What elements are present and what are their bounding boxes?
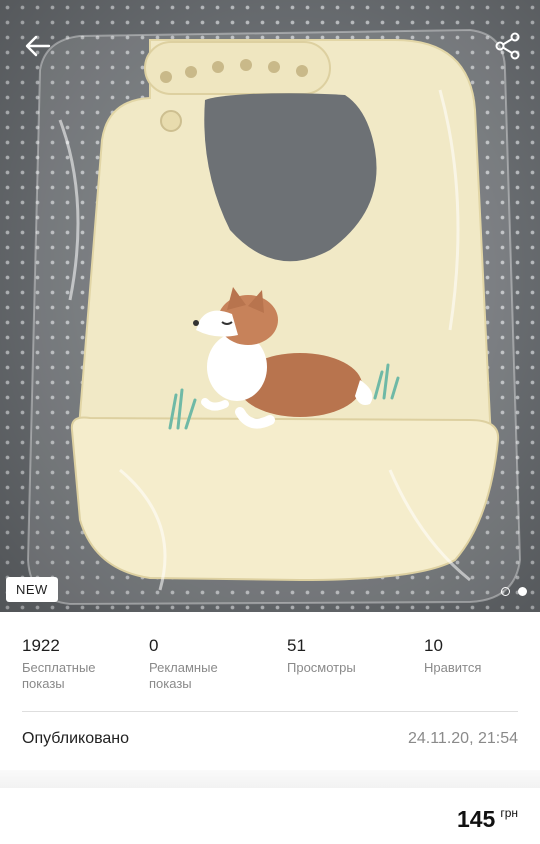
stat-views: 51 Просмотры (287, 636, 356, 676)
stat-paid-impressions: 0 Рекламные показы (149, 636, 218, 692)
product-photo[interactable]: NEW (0, 0, 540, 612)
price-value: 145 (456, 806, 496, 832)
arrow-left-icon (25, 35, 51, 57)
stat-value: 1922 (22, 636, 60, 655)
stat-label: Бесплатные показы (22, 660, 96, 692)
stat-label: Просмотры (287, 660, 356, 676)
divider (22, 711, 518, 712)
back-button[interactable] (20, 28, 56, 64)
new-badge: NEW (6, 577, 58, 602)
published-label: Опубликовано (22, 730, 130, 747)
price: 145 грн (457, 805, 518, 833)
stat-free-impressions: 1922 Бесплатные показы (22, 636, 96, 692)
published-date: 24.11.20, 21:54 (407, 730, 518, 747)
stat-value: 0 (149, 636, 159, 655)
price-currency: грн (500, 806, 518, 820)
stat-label: Рекламные показы (149, 660, 218, 692)
gallery-pagination[interactable] (501, 587, 527, 596)
published-row: Опубликовано 24.11.20, 21:54 (22, 730, 518, 748)
bib-image (26, 28, 522, 606)
stat-likes: 10 Нравится (424, 636, 481, 676)
gallery-dot-2[interactable] (518, 587, 527, 596)
share-icon (495, 32, 520, 60)
stat-label: Нравится (424, 660, 481, 676)
stat-label-line1: Бесплатные (22, 660, 96, 675)
ad-stats: 1922 Бесплатные показы 0 Рекламные показ… (22, 636, 522, 696)
stat-value: 10 (424, 636, 443, 655)
stat-label-line1: Просмотры (287, 660, 356, 675)
stat-label-line2: показы (22, 676, 65, 691)
stat-label-line2: показы (149, 676, 192, 691)
stat-label-line1: Рекламные (149, 660, 218, 675)
stat-value: 51 (287, 636, 306, 655)
section-separator (0, 770, 540, 788)
stat-label-line1: Нравится (424, 660, 482, 675)
gallery-dot-1[interactable] (501, 587, 510, 596)
share-button[interactable] (490, 28, 526, 64)
